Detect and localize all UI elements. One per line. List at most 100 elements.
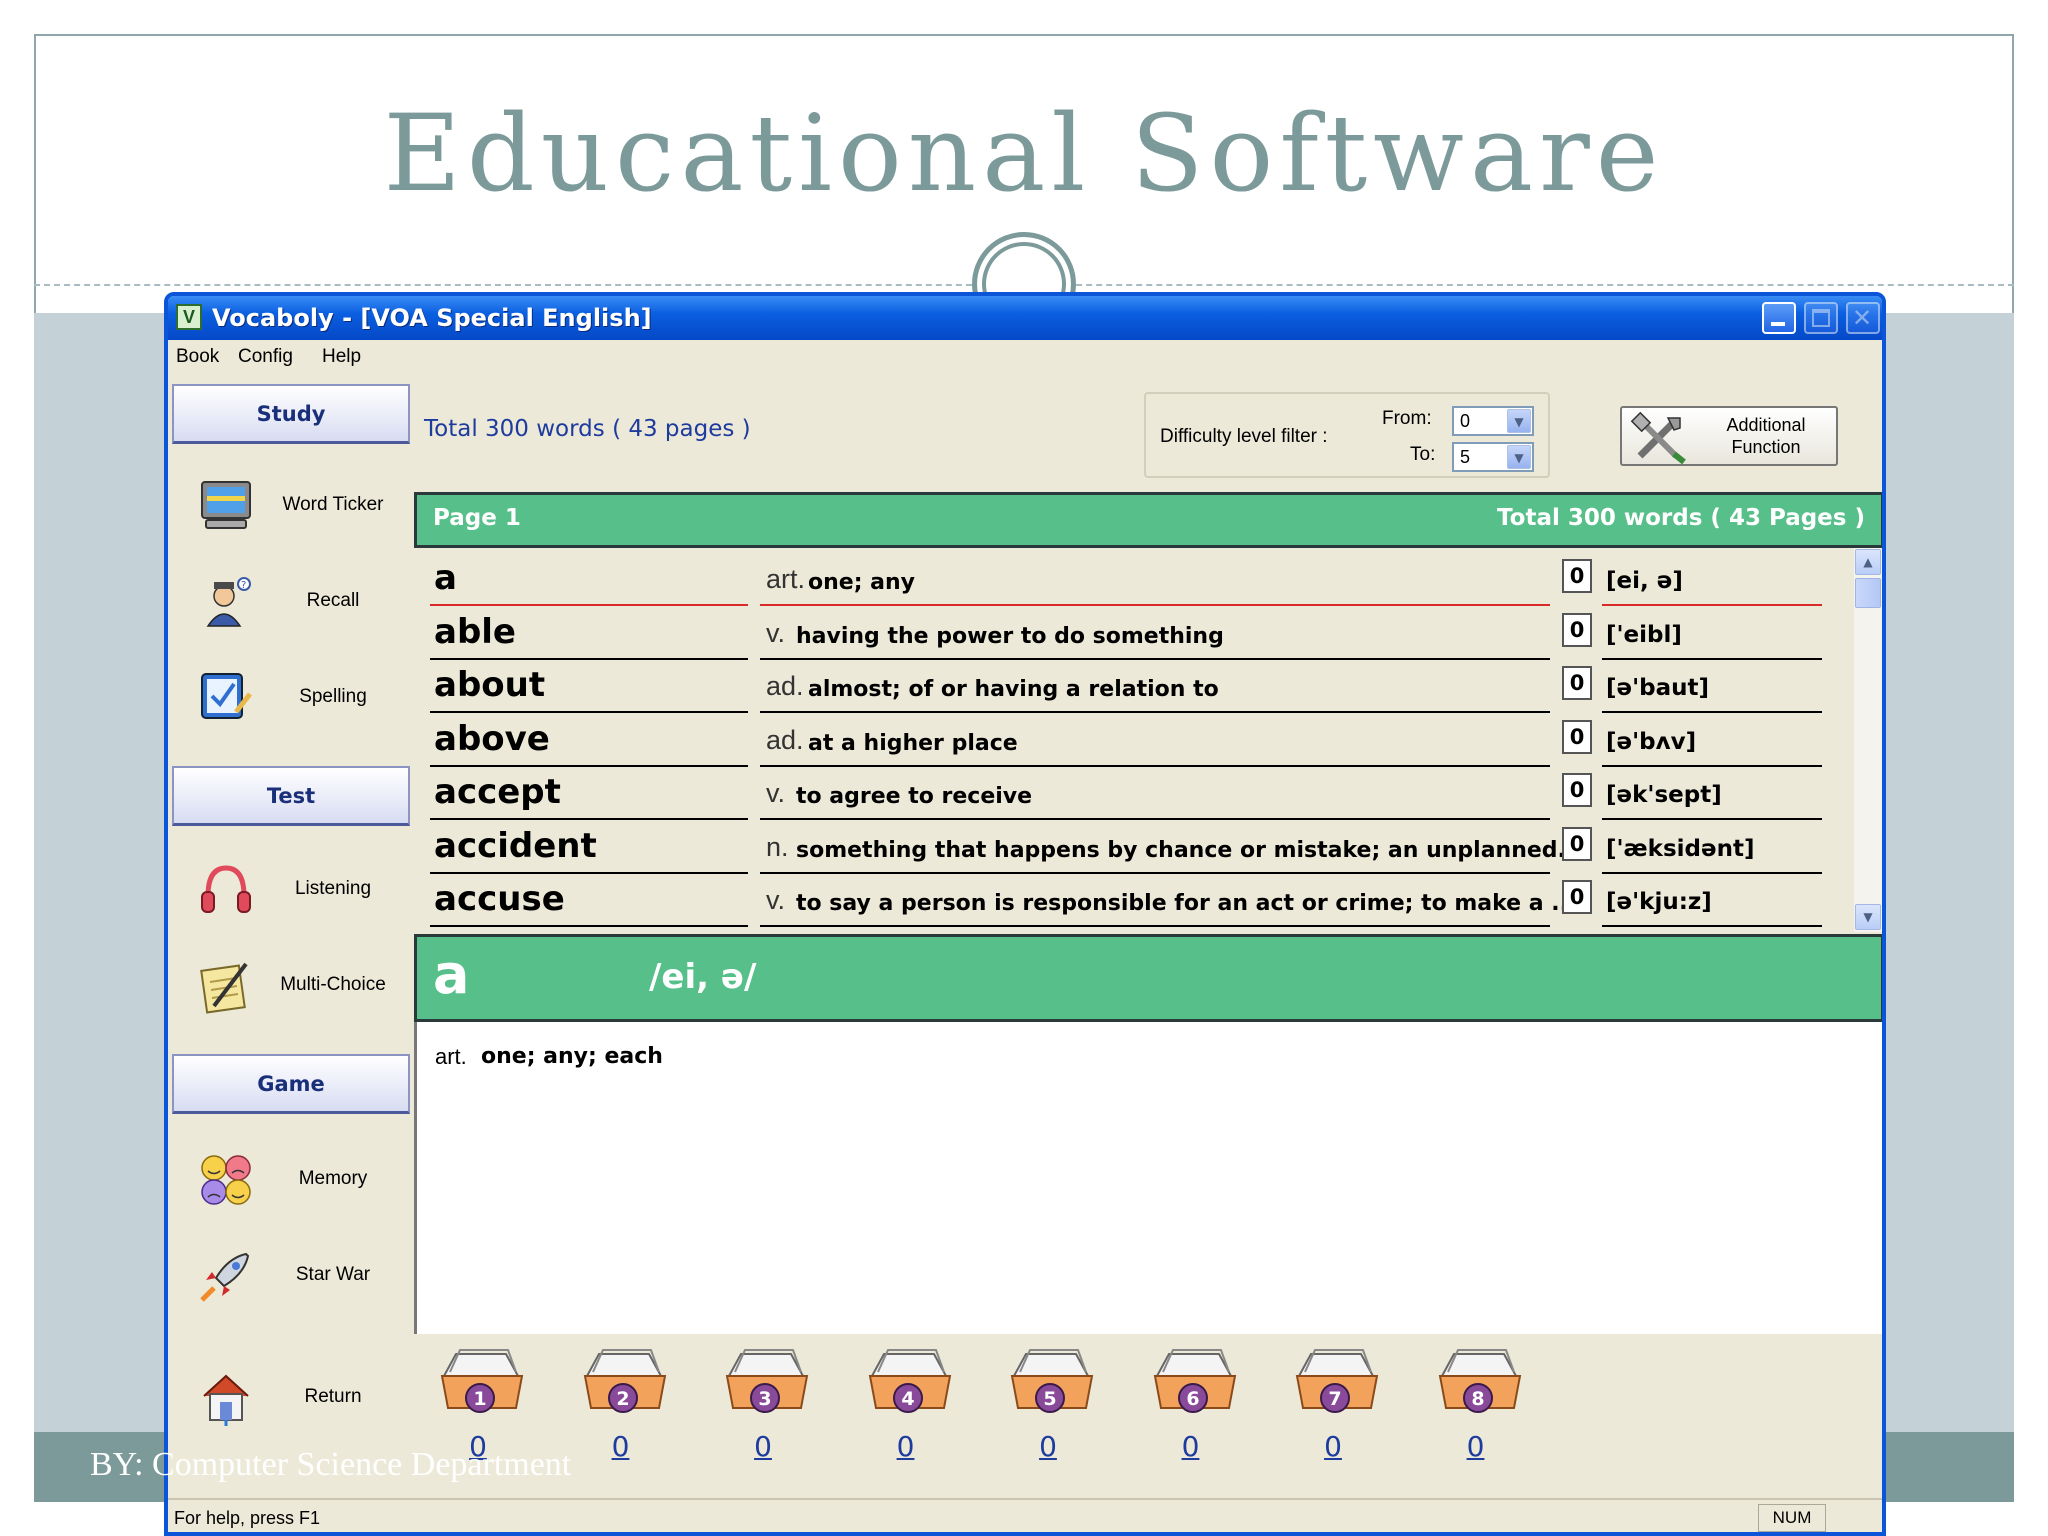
sidebar-item-spelling[interactable]: Spelling — [198, 670, 408, 740]
word-row[interactable]: about ad. almost; of or having a relation … — [430, 661, 1836, 714]
word-text: able — [434, 611, 516, 652]
scroll-down-icon[interactable]: ▼ — [1855, 904, 1881, 930]
review-count[interactable]: 0 — [1562, 826, 1592, 861]
study-box-5[interactable]: 50 — [1006, 1346, 1102, 1470]
review-count[interactable]: 0 — [1562, 559, 1592, 593]
maximize-icon — [1812, 309, 1830, 327]
from-select[interactable]: 0 ▼ — [1452, 406, 1534, 436]
detail-pronunciation: /ei, ə/ — [649, 957, 757, 997]
slide-footer-text: BY: Computer Science Department — [90, 1446, 572, 1483]
word-text: above — [434, 718, 550, 759]
study-box-8[interactable]: 80 — [1434, 1346, 1530, 1470]
additional-function-button[interactable]: Additional Function — [1620, 406, 1838, 466]
scroll-thumb[interactable] — [1855, 578, 1881, 608]
box-count-link[interactable]: 0 — [721, 1430, 805, 1463]
study-box-6[interactable]: 60 — [1149, 1346, 1245, 1470]
sidebar-item-label: Multi-Choice — [280, 974, 386, 995]
box-count-link[interactable]: 0 — [1006, 1430, 1090, 1463]
box-count-link[interactable]: 0 — [579, 1430, 663, 1463]
box-number: 6 — [1186, 1388, 1199, 1410]
close-icon: ✕ — [1852, 304, 1873, 332]
word-underline — [430, 711, 748, 713]
word-row[interactable]: accident n. something that happens by chan… — [430, 822, 1836, 875]
sidebar-item-star-war[interactable]: Star War — [198, 1248, 408, 1318]
box-count-link[interactable]: 0 — [864, 1430, 948, 1463]
word-definition: almost; of or having a relation to — [808, 677, 1219, 702]
minimize-icon — [1771, 322, 1785, 326]
word-detail-header: a /ei, ə/ — [414, 934, 1882, 1022]
word-pronunciation: [ə'baut] — [1606, 675, 1710, 701]
menu-help[interactable]: Help — [322, 346, 361, 368]
word-definition: at a higher place — [808, 730, 1018, 756]
study-box-2[interactable]: 20 — [579, 1346, 675, 1470]
card-box-icon: 6 — [1153, 1349, 1236, 1413]
card-box-icon: 3 — [725, 1349, 809, 1413]
box-number: 2 — [616, 1388, 629, 1410]
box-number: 5 — [1043, 1388, 1056, 1410]
word-pronunciation: [ə'kju:z] — [1606, 889, 1712, 915]
tools-icon — [1630, 412, 1686, 464]
review-count[interactable]: 0 — [1562, 773, 1592, 807]
word-row[interactable]: a art. one; any 0 [ei, ə] — [430, 554, 1836, 607]
part-of-speech: v. — [766, 778, 785, 808]
box-number: 3 — [758, 1388, 771, 1410]
box-number: 4 — [901, 1388, 914, 1410]
review-count[interactable]: 0 — [1562, 880, 1592, 914]
thinking-person-icon: ? — [206, 577, 251, 627]
sidebar-item-label: Word Ticker — [282, 494, 384, 515]
pronunciation-underline — [1602, 604, 1822, 606]
box-count-link[interactable]: 0 — [1434, 1430, 1518, 1463]
scroll-up-icon[interactable]: ▲ — [1855, 549, 1881, 575]
word-list-scrollbar[interactable]: ▲ ▼ — [1854, 548, 1882, 932]
study-box-4[interactable]: 40 — [864, 1346, 960, 1470]
word-row[interactable]: above ad. at a higher place 0 [ə'bʌv] — [430, 715, 1836, 768]
chevron-down-icon[interactable]: ▼ — [1507, 445, 1531, 469]
house-icon — [203, 1374, 249, 1426]
study-header-button[interactable]: Study — [172, 384, 410, 444]
word-row[interactable]: accuse v. to say a person is responsible f… — [430, 875, 1836, 928]
word-underline — [430, 764, 748, 767]
box-count-link[interactable]: 0 — [1149, 1430, 1233, 1463]
detail-word: a — [433, 943, 470, 1006]
study-box-3[interactable]: 30 — [721, 1346, 817, 1470]
menu-config[interactable]: Config — [238, 346, 293, 368]
review-count[interactable]: 0 — [1562, 612, 1592, 647]
to-select[interactable]: 5 ▼ — [1452, 442, 1534, 472]
pronunciation-underline — [1602, 764, 1822, 767]
title-bar[interactable]: V Vocaboly - [VOA Special English] ✕ — [168, 296, 1882, 340]
word-text: a — [434, 558, 457, 598]
definition-underline — [760, 925, 1550, 927]
app-icon: V — [176, 304, 202, 330]
word-definition: to agree to receive — [796, 784, 1033, 809]
minimize-button[interactable] — [1762, 302, 1796, 334]
sidebar-item-recall[interactable]: ? Recall — [198, 574, 408, 644]
additional-function-label: Additional Function — [1706, 414, 1826, 458]
definition-underline — [760, 871, 1550, 874]
game-header-button[interactable]: Game — [172, 1054, 410, 1114]
review-count[interactable]: 0 — [1562, 666, 1592, 700]
box-count-link[interactable]: 0 — [1291, 1430, 1375, 1463]
close-button[interactable]: ✕ — [1846, 302, 1880, 334]
difficulty-filter: Difficulty level filter : From: To: 0 ▼ … — [1144, 392, 1550, 478]
word-list-header: Page 1 Total 300 words ( 43 Pages ) — [414, 492, 1882, 548]
review-count[interactable]: 0 — [1562, 719, 1592, 754]
svg-text:?: ? — [241, 580, 246, 591]
sidebar-item-return[interactable]: Return — [198, 1370, 408, 1440]
sidebar-item-word-ticker[interactable]: Word Ticker — [198, 478, 408, 548]
word-row[interactable]: accept v. to agree to receive 0 [ək'sept] — [430, 768, 1836, 821]
definition-underline — [760, 818, 1550, 820]
definition-underline — [760, 711, 1550, 713]
chevron-down-icon[interactable]: ▼ — [1507, 409, 1531, 433]
pronunciation-underline — [1602, 871, 1822, 874]
sidebar-item-listening[interactable]: Listening — [198, 862, 408, 932]
word-text: accident — [434, 825, 597, 866]
box-number: 1 — [473, 1388, 486, 1410]
study-box-7[interactable]: 70 — [1291, 1346, 1387, 1470]
test-header-button[interactable]: Test — [172, 766, 410, 826]
sidebar-item-memory[interactable]: Memory — [198, 1152, 408, 1222]
maximize-button[interactable] — [1804, 302, 1838, 334]
part-of-speech: v. — [766, 885, 785, 915]
menu-book[interactable]: Book — [176, 346, 219, 368]
word-row[interactable]: able v. having the power to do something 0 [… — [430, 608, 1836, 661]
sidebar-item-multi-choice[interactable]: Multi-Choice — [198, 958, 408, 1028]
